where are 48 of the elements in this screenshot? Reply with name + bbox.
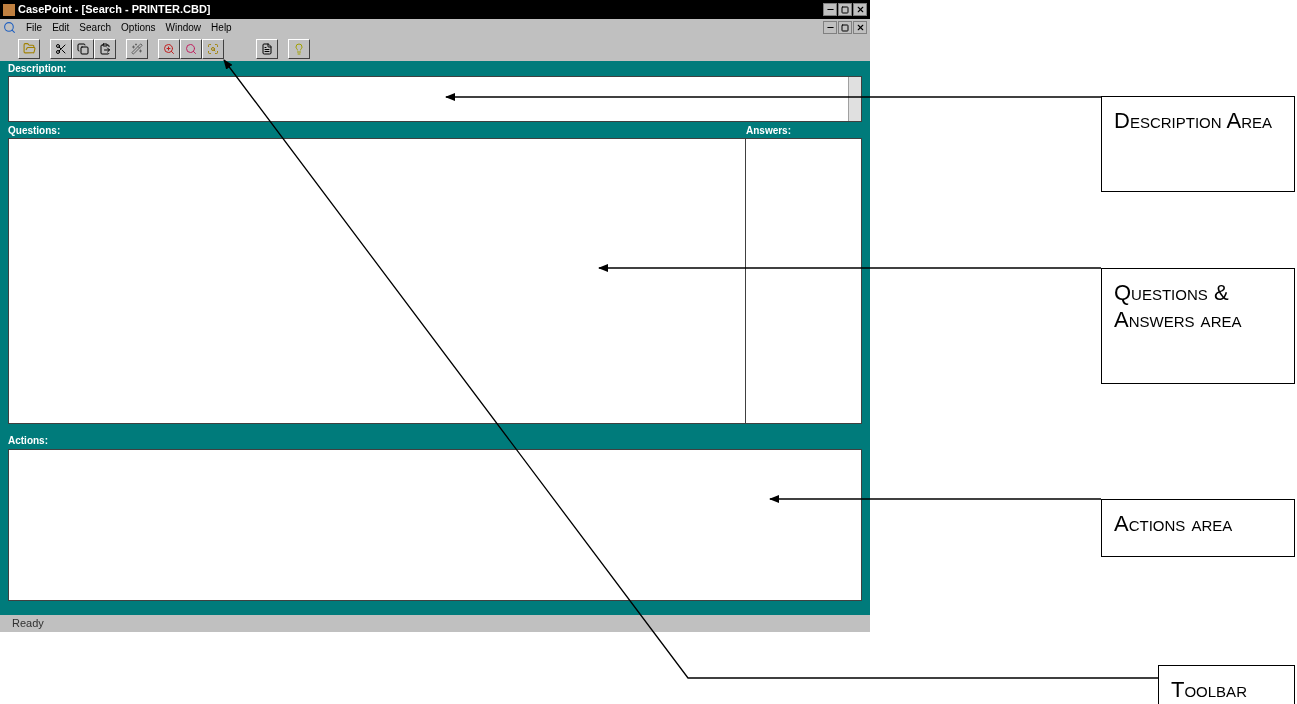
scan-button[interactable] xyxy=(202,38,224,59)
paste-button[interactable] xyxy=(94,38,116,59)
lightbulb-button[interactable] xyxy=(288,38,310,59)
menu-item[interactable]: Edit xyxy=(52,22,70,33)
close-button[interactable] xyxy=(853,21,867,34)
cut-button[interactable] xyxy=(50,38,72,59)
callout-text: Actions area xyxy=(1114,510,1233,537)
search-button[interactable] xyxy=(180,38,202,59)
restore-button[interactable] xyxy=(838,21,852,34)
search-icon xyxy=(185,42,197,55)
callout-text: Toolbar xyxy=(1171,676,1247,703)
lightbulb-icon xyxy=(293,42,305,55)
close-icon xyxy=(855,23,865,32)
window-title: CasePoint - [Search - PRINTER.CBD] xyxy=(18,4,211,15)
scan-icon xyxy=(207,42,219,55)
zoom-button[interactable] xyxy=(158,38,180,59)
description-field[interactable] xyxy=(8,76,862,122)
search-icon xyxy=(3,21,16,34)
menu-item[interactable]: Window xyxy=(165,22,202,33)
actions-label: Actions: xyxy=(8,434,49,448)
open-button[interactable] xyxy=(18,38,40,59)
copy-button[interactable] xyxy=(72,38,94,59)
copy-icon xyxy=(77,42,89,55)
status-text: Ready xyxy=(12,616,44,632)
zoom-icon xyxy=(163,42,175,55)
close-icon xyxy=(855,5,865,14)
callout-text: Description Area xyxy=(1114,107,1272,134)
document-button[interactable] xyxy=(256,38,278,59)
menu-item[interactable]: File xyxy=(26,22,43,33)
app-icon xyxy=(3,3,15,16)
menu-item[interactable]: Options xyxy=(121,22,156,33)
minimize-button[interactable] xyxy=(823,21,837,34)
menu-item[interactable]: Search xyxy=(79,22,112,33)
scissors-icon xyxy=(55,42,67,55)
callout-text: Questions & Answers area xyxy=(1114,279,1243,333)
questions-label: Questions: xyxy=(8,123,62,138)
minimize-button[interactable] xyxy=(823,3,837,16)
folder-icon xyxy=(22,42,36,55)
wand-icon xyxy=(131,42,143,55)
wand-button[interactable] xyxy=(126,38,148,59)
menu-item[interactable]: Help xyxy=(211,22,232,33)
scrollbar[interactable] xyxy=(848,77,861,121)
close-button[interactable] xyxy=(853,3,867,16)
clipboard-icon xyxy=(99,42,111,55)
restore-button[interactable] xyxy=(838,3,852,16)
description-label: Description: xyxy=(8,62,68,76)
answers-label: Answers: xyxy=(746,123,792,138)
document-icon xyxy=(261,42,273,55)
